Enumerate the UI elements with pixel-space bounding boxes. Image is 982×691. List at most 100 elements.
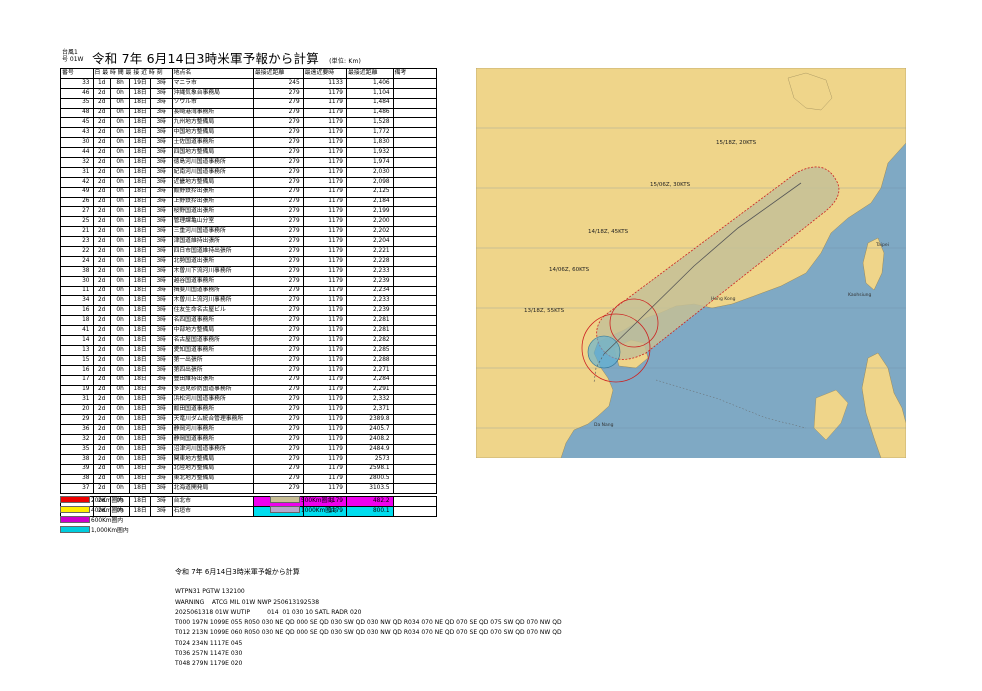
- cell-place-name: 天竜川ダム統合管理事務所: [171, 414, 254, 426]
- legend-swatch: [270, 495, 300, 503]
- cell-time-hours: 0h: [109, 473, 131, 485]
- legend-swatch: [60, 515, 90, 523]
- cell-closest-time: 3時: [149, 246, 173, 257]
- cell-row-number: 21: [60, 226, 94, 238]
- cell-time-days: 2d: [92, 364, 111, 376]
- cell-time-days: 2d: [92, 107, 111, 119]
- cell-wind-time: 1179: [302, 196, 348, 208]
- legend-item: 1,000Km圏内: [60, 525, 129, 534]
- cell-closest-day: 18日: [129, 315, 151, 327]
- track-label-t036: 15/06Z, 30KTS: [650, 182, 691, 188]
- cell-wind-time: 1179: [302, 374, 348, 386]
- cell-remarks: [392, 483, 438, 495]
- cell-closest-distance: 279: [252, 206, 304, 218]
- cell-time-days: 2d: [92, 453, 111, 465]
- cell-remarks: [392, 206, 438, 218]
- cell-closest-time: 3時: [149, 285, 173, 297]
- cell-wind-time: 1179: [302, 384, 348, 396]
- cell-remarks: [392, 325, 438, 337]
- cell-remarks: [392, 394, 438, 406]
- legend-label: 1000Km圏内: [301, 507, 337, 514]
- cell-closest-day: 18日: [129, 305, 151, 317]
- cell-closest-time: 3時: [149, 216, 173, 228]
- cell-closest-distance: 279: [252, 315, 304, 327]
- cell-place-name: 名四国道事務所: [171, 315, 254, 327]
- cell-time-hours: 0h: [109, 463, 131, 475]
- cell-place-name: 四日市国道維持出張所: [171, 246, 254, 257]
- header-col-wind-time: 最遠近要時: [302, 68, 348, 79]
- cell-wind-time: 1179: [302, 364, 348, 376]
- cell-distance: 2,288: [346, 354, 394, 366]
- cell-row-number: 38: [60, 265, 94, 277]
- place-label-taipei: Taipei: [875, 242, 889, 248]
- cell-time-hours: 0h: [109, 127, 131, 139]
- cell-row-number: 38: [60, 453, 94, 465]
- cell-row-number: 25: [60, 216, 94, 228]
- cell-closest-distance: 279: [252, 196, 304, 208]
- distance-table: 番号日 最 時 間 最 接 近 時 刻地点名 最接近距離 最遠近要時 最接近距離 備考 …: [60, 68, 438, 518]
- table-row: 25 2d 0h 18日 3時 管理課亀山分室 279 1179 2,200: [60, 216, 438, 228]
- cell-distance: 2,184: [346, 196, 394, 208]
- cell-closest-day: 18日: [129, 166, 151, 178]
- cell-remarks: [392, 77, 438, 89]
- cell-closest-day: 18日: [129, 285, 151, 297]
- cell-time-hours: 0h: [109, 97, 131, 109]
- cell-time-days: 2d: [92, 275, 111, 287]
- cell-wind-time: 1179: [302, 354, 348, 366]
- cell-wind-time: 1179: [302, 335, 348, 346]
- cell-time-hours: 0h: [109, 137, 131, 149]
- cell-row-number: 22: [60, 246, 94, 257]
- cell-time-hours: 0h: [109, 117, 131, 129]
- cell-place-name: 中国地方整備局: [171, 127, 254, 139]
- cell-time-hours: 0h: [109, 255, 131, 267]
- cell-row-number: 27: [60, 206, 94, 218]
- cell-remarks: [392, 473, 438, 485]
- cell-distance: 2,371: [346, 404, 394, 416]
- table-row: 32 2d 0h 18日 3時 静岡国道事務所 279 1179 2408.2: [60, 433, 438, 445]
- cell-row-number: 37: [60, 483, 94, 495]
- cell-time-days: 2d: [92, 97, 111, 109]
- cell-closest-distance: 279: [252, 236, 304, 248]
- cell-row-number: 35: [60, 97, 94, 109]
- cell-distance: 1,772: [346, 127, 394, 139]
- cell-row-number: 11: [60, 285, 94, 297]
- cell-closest-distance: 279: [252, 226, 304, 238]
- cell-closest-day: 18日: [129, 236, 151, 248]
- cell-time-hours: 8h: [109, 77, 131, 89]
- cell-place-name: 紀南河川国道事務所: [171, 166, 254, 178]
- cell-place-name: 静岡国道事務所: [171, 433, 254, 445]
- header-col-remarks: 備考: [392, 68, 438, 79]
- cell-distance: 2405.7: [346, 424, 394, 435]
- cell-wind-time: 1179: [302, 344, 348, 356]
- table-row: 34 2d 0h 18日 3時 木曽川上流河川事務所 279 1179 2,233: [60, 295, 438, 307]
- table-row: 42 2d 0h 18日 3時 近畿地方整備局 279 1179 2,098: [60, 176, 438, 188]
- place-label-da-nang: Da Nang: [594, 422, 614, 428]
- cell-time-days: 2d: [92, 335, 111, 346]
- cell-wind-time: 1179: [302, 394, 348, 406]
- cell-closest-distance: 279: [252, 335, 304, 346]
- cell-closest-day: 18日: [129, 196, 151, 208]
- cell-closest-day: 18日: [129, 473, 151, 485]
- cell-closest-distance: 279: [252, 463, 304, 475]
- cell-row-number: 33: [60, 77, 94, 89]
- cell-closest-day: 19日: [129, 77, 151, 89]
- cell-distance: 2,221: [346, 246, 394, 257]
- cell-time-hours: 0h: [109, 295, 131, 307]
- distance-table-container: 番号日 最 時 間 最 接 近 時 刻地点名 最接近距離 最遠近要時 最接近距離 備考 …: [60, 68, 438, 518]
- cell-row-number: 45: [60, 117, 94, 129]
- cell-time-hours: 0h: [109, 166, 131, 178]
- typhoon-number: 号 01W: [62, 56, 84, 63]
- cell-time-days: 2d: [92, 483, 111, 495]
- cell-distance: 2,204: [346, 236, 394, 248]
- cell-time-days: 2d: [92, 166, 111, 178]
- cell-time-hours: 0h: [109, 246, 131, 257]
- cell-place-name: 豊田維持出張所: [171, 374, 254, 386]
- cell-time-hours: 0h: [109, 285, 131, 297]
- cell-time-days: 2d: [92, 344, 111, 356]
- cell-row-number: 43: [60, 127, 94, 139]
- cell-closest-day: 18日: [129, 275, 151, 287]
- cell-time-hours: 0h: [109, 453, 131, 465]
- cell-place-name: 桜野国道出張所: [171, 206, 254, 218]
- cell-closest-time: 3時: [149, 137, 173, 149]
- cell-distance: 2,030: [346, 166, 394, 178]
